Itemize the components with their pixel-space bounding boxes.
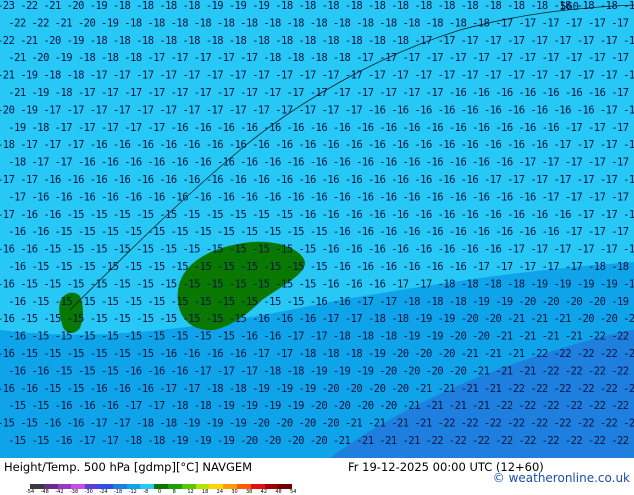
value-row: -20 -19 -17 -17 -17 -17 -17 -17 -17 -17 …	[0, 104, 634, 116]
value-row: -16 -15 -15 -15 -15 -15 -15 -15 -15 -15 …	[0, 278, 634, 290]
value-row: -21 -19 -18 -18 -17 -17 -17 -17 -17 -17 …	[0, 70, 634, 82]
value-row: -16 -16 -15 -15 -16 -16 -16 -17 -17 -18 …	[0, 383, 634, 395]
value-row: -17 -17 -16 -16 -16 -16 -16 -16 -16 -16 …	[0, 174, 634, 186]
value-row: -17 -16 -16 -16 -16 -16 -16 -16 -16 -16 …	[8, 191, 634, 203]
value-row: -16 -15 -15 -15 -15 -15 -15 -15 -15 -15 …	[0, 313, 634, 325]
value-row: -23 -22 -21 -20 -19 -18 -18 -18 -18 -19 …	[0, 0, 634, 12]
value-row: -18 -17 -17 -17 -16 -16 -16 -16 -16 -16 …	[0, 139, 634, 151]
value-row: -16 -16 -15 -15 -15 -16 -16 -16 -17 -17 …	[8, 365, 634, 377]
weather-map: -23 -22 -21 -20 -19 -18 -18 -18 -18 -19 …	[0, 0, 634, 458]
value-row: -15 -15 -16 -16 -17 -17 -18 -18 -19 -19 …	[0, 418, 634, 430]
contour-label-560: 560	[560, 1, 579, 13]
value-row: -16 -15 -15 -15 -15 -15 -15 -15 -15 -15 …	[8, 331, 634, 343]
value-row: -16 -16 -15 -15 -15 -15 -15 -15 -15 -15 …	[0, 244, 634, 256]
value-row: -15 -15 -16 -17 -17 -18 -18 -19 -19 -19 …	[8, 435, 634, 447]
value-row: -21 -19 -18 -17 -17 -17 -17 -17 -17 -17 …	[8, 87, 634, 99]
value-row: -21 -20 -19 -18 -18 -18 -17 -17 -17 -17 …	[8, 52, 634, 64]
value-row: -16 -15 -15 -15 -15 -15 -15 -16 -16 -16 …	[0, 348, 634, 360]
value-row: -22 -22 -21 -20 -19 -18 -18 -18 -18 -18 …	[8, 17, 634, 29]
value-row: -19 -18 -17 -17 -17 -17 -17 -16 -16 -16 …	[8, 122, 634, 134]
value-row: -22 -21 -20 -19 -18 -18 -18 -18 -18 -18 …	[0, 35, 634, 47]
value-row: -16 -15 -15 -15 -15 -15 -15 -15 -15 -15 …	[8, 296, 634, 308]
value-row: -15 -15 -16 -16 -16 -17 -17 -18 -18 -19 …	[8, 400, 634, 412]
value-row: -16 -15 -15 -15 -15 -15 -15 -15 -15 -15 …	[8, 261, 634, 273]
credit-text: © weatheronline.co.uk	[492, 471, 630, 485]
value-row: -18 -17 -17 -16 -16 -16 -16 -16 -16 -16 …	[8, 157, 634, 169]
map-footer: Height/Temp. 500 hPa [gdmp][°C] NAVGEM F…	[0, 458, 634, 495]
temperature-field: -23 -22 -21 -20 -19 -18 -18 -18 -18 -19 …	[0, 0, 634, 458]
value-row: -17 -16 -16 -15 -15 -15 -15 -15 -15 -15 …	[0, 209, 634, 221]
product-title: Height/Temp. 500 hPa [gdmp][°C] NAVGEM	[4, 460, 253, 474]
value-row: -16 -16 -15 -15 -15 -15 -15 -15 -15 -15 …	[8, 226, 634, 238]
